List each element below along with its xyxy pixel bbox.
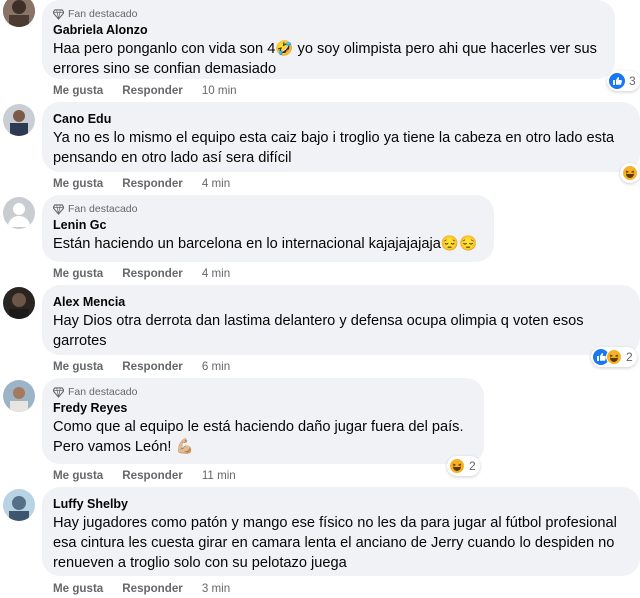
reaction-summary[interactable]: 2 (447, 456, 480, 476)
haha-reaction-icon (449, 458, 465, 474)
fan-badge-label: Fan destacado (68, 386, 138, 398)
comment-bubble: Fan destacado Fredy Reyes Como que al eq… (42, 378, 484, 464)
comment-text-line: Están haciendo un barcelona en lo intern… (53, 236, 478, 252)
comment-text-line: pensando en otro lado así sera difícil (53, 150, 292, 166)
avatar[interactable] (3, 489, 35, 521)
comment-text-line: Haa pero ponganlo con vida son 4🤣 yo soy… (53, 41, 597, 57)
comment-text-line: renueven a troglio solo con su pelotazo … (53, 555, 347, 571)
comment-bubble: Fan destacado Gabriela Alonzo Haa pero p… (42, 0, 615, 79)
haha-reaction-icon (606, 349, 622, 365)
reaction-summary[interactable]: 2 (591, 347, 637, 367)
comment-timestamp[interactable]: 11 min (202, 469, 236, 482)
diamond-icon (53, 386, 64, 398)
reply-button[interactable]: Responder (122, 267, 183, 280)
comment-text-line: esa cintura les cuesta girar en camara l… (53, 535, 615, 551)
reaction-summary[interactable] (620, 163, 640, 183)
haha-reaction-icon (622, 165, 638, 181)
comment-timestamp[interactable]: 4 min (202, 267, 230, 280)
reply-button[interactable]: Responder (122, 360, 183, 373)
fan-badge: Fan destacado (53, 385, 472, 399)
comment-text-line: Ya no es lo mismo el equipo esta caiz ba… (53, 130, 615, 146)
comment-text-line: Pero vamos León! 💪🏼 (53, 439, 194, 455)
comment-author[interactable]: Cano Edu (53, 111, 628, 128)
comment-author[interactable]: Luffy Shelby (53, 496, 628, 513)
avatar[interactable] (3, 0, 35, 27)
fan-badge: Fan destacado (53, 202, 482, 216)
like-button[interactable]: Me gusta (53, 84, 103, 97)
comment-author[interactable]: Gabriela Alonzo (53, 22, 603, 39)
avatar[interactable] (3, 287, 35, 319)
diamond-icon (53, 8, 64, 20)
like-button[interactable]: Me gusta (53, 360, 103, 373)
comment-timestamp[interactable]: 10 min (202, 84, 237, 97)
reply-button[interactable]: Responder (122, 469, 183, 482)
comment-actions: Me gusta Responder 4 min (53, 175, 230, 191)
comment-bubble: Cano Edu Ya no es lo mismo el equipo est… (42, 102, 640, 172)
reaction-summary[interactable]: 3 (607, 71, 640, 91)
reaction-count: 2 (626, 350, 633, 364)
comment-actions: Me gusta Responder 3 min (53, 580, 230, 596)
comment-author[interactable]: Fredy Reyes (53, 400, 472, 417)
comment-author[interactable]: Alex Mencia (53, 294, 628, 311)
comment-text-line: Como que al equipo le está haciendo daño… (53, 419, 464, 435)
like-button[interactable]: Me gusta (53, 267, 103, 280)
comment-text-line: Hay jugadores como patón y mango ese fís… (53, 515, 617, 531)
fan-badge: Fan destacado (53, 7, 603, 21)
comment-actions: Me gusta Responder 6 min (53, 358, 230, 374)
like-button[interactable]: Me gusta (53, 469, 103, 482)
reply-button[interactable]: Responder (122, 84, 183, 97)
comment-actions: Me gusta Responder 11 min (53, 467, 236, 483)
comment-timestamp[interactable]: 3 min (202, 582, 230, 595)
comment-timestamp[interactable]: 6 min (202, 360, 230, 373)
reply-button[interactable]: Responder (122, 177, 183, 190)
fan-badge-label: Fan destacado (68, 203, 138, 215)
comment-bubble: Alex Mencia Hay Dios otra derrota dan la… (42, 285, 640, 355)
reaction-count: 2 (469, 459, 476, 473)
avatar[interactable] (3, 104, 35, 136)
reaction-count: 3 (629, 74, 636, 88)
comment-actions: Me gusta Responder 10 min (53, 82, 237, 98)
comment-text-line: errores sino se confian demasiado (53, 61, 277, 77)
like-reaction-icon (609, 73, 625, 89)
like-button[interactable]: Me gusta (53, 177, 103, 190)
comment-actions: Me gusta Responder 4 min (53, 265, 230, 281)
comment-author[interactable]: Lenin Gc (53, 217, 482, 234)
comment-timestamp[interactable]: 4 min (202, 177, 230, 190)
like-button[interactable]: Me gusta (53, 582, 103, 595)
reply-button[interactable]: Responder (122, 582, 183, 595)
diamond-icon (53, 203, 64, 215)
comment-bubble: Fan destacado Lenin Gc Están haciendo un… (42, 195, 494, 262)
avatar[interactable] (3, 197, 35, 229)
comment-bubble: Luffy Shelby Hay jugadores como patón y … (42, 487, 640, 576)
comment-text-line: Hay Dios otra derrota dan lastima delant… (53, 313, 584, 329)
avatar[interactable] (3, 380, 35, 412)
fan-badge-label: Fan destacado (68, 8, 138, 20)
comment-text-line: garrotes (53, 333, 107, 349)
